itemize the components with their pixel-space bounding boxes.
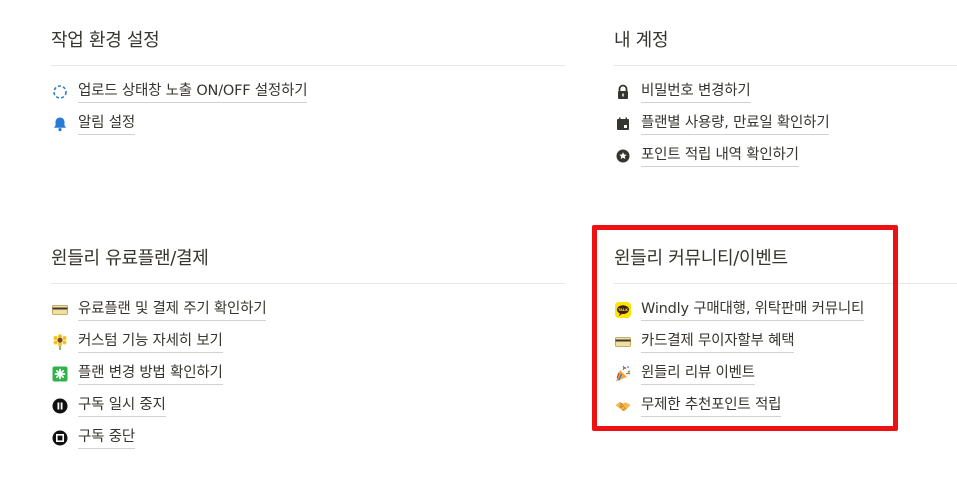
item-label: 포인트 적립 내역 확인하기	[641, 146, 799, 167]
plan-usage-link[interactable]: 플랜별 사용량, 만료일 확인하기	[614, 108, 957, 140]
section-title: 내 계정	[614, 30, 669, 51]
lock-icon	[614, 83, 632, 101]
star-badge-icon	[614, 147, 632, 165]
notification-settings-link[interactable]: 알림 설정	[51, 108, 565, 140]
pause-subscription-link[interactable]: 구독 일시 중지	[51, 390, 565, 422]
item-label: 구독 일시 중지	[78, 396, 166, 417]
dashed-circle-icon	[51, 83, 69, 101]
stop-icon	[51, 429, 69, 447]
plan-billing-cycle-link[interactable]: 유료플랜 및 결제 주기 확인하기	[51, 294, 565, 326]
section-title: 작업 환경 설정	[51, 30, 160, 51]
account-section: 내 계정 비밀번호 변경하기 플랜별 사용량, 만료일 확인하기 포인트 적립 …	[614, 26, 957, 172]
bell-icon	[51, 115, 69, 133]
calendar-icon	[614, 115, 632, 133]
item-label: 유료플랜 및 결제 주기 확인하기	[78, 300, 267, 321]
point-history-link[interactable]: 포인트 적립 내역 확인하기	[614, 140, 957, 172]
divider	[51, 283, 565, 284]
item-label: 커스텀 기능 자세히 보기	[78, 332, 223, 353]
custom-features-link[interactable]: 커스텀 기능 자세히 보기	[51, 326, 565, 358]
sparkle-box-icon	[51, 365, 69, 383]
highlight-box	[592, 225, 898, 431]
sunflower-icon	[51, 333, 69, 351]
item-label: 비밀번호 변경하기	[641, 82, 751, 103]
divider	[51, 65, 565, 66]
credit-card-icon	[51, 301, 69, 319]
item-label: 플랜 변경 방법 확인하기	[78, 364, 223, 385]
workspace-settings-section: 작업 환경 설정 업로드 상태창 노출 ON/OFF 설정하기 알림 설정	[51, 26, 565, 140]
pause-icon	[51, 397, 69, 415]
change-password-link[interactable]: 비밀번호 변경하기	[614, 76, 957, 108]
item-label: 업로드 상태창 노출 ON/OFF 설정하기	[78, 82, 308, 103]
cancel-subscription-link[interactable]: 구독 중단	[51, 422, 565, 454]
item-label: 알림 설정	[78, 114, 135, 135]
billing-section: 윈들리 유료플랜/결제 유료플랜 및 결제 주기 확인하기 커스텀 기능 자세히…	[51, 244, 565, 454]
section-title: 윈들리 유료플랜/결제	[51, 248, 209, 269]
item-label: 플랜별 사용량, 만료일 확인하기	[641, 114, 830, 135]
upload-status-toggle-link[interactable]: 업로드 상태창 노출 ON/OFF 설정하기	[51, 76, 565, 108]
plan-change-link[interactable]: 플랜 변경 방법 확인하기	[51, 358, 565, 390]
divider	[614, 65, 957, 66]
item-label: 구독 중단	[78, 428, 135, 449]
